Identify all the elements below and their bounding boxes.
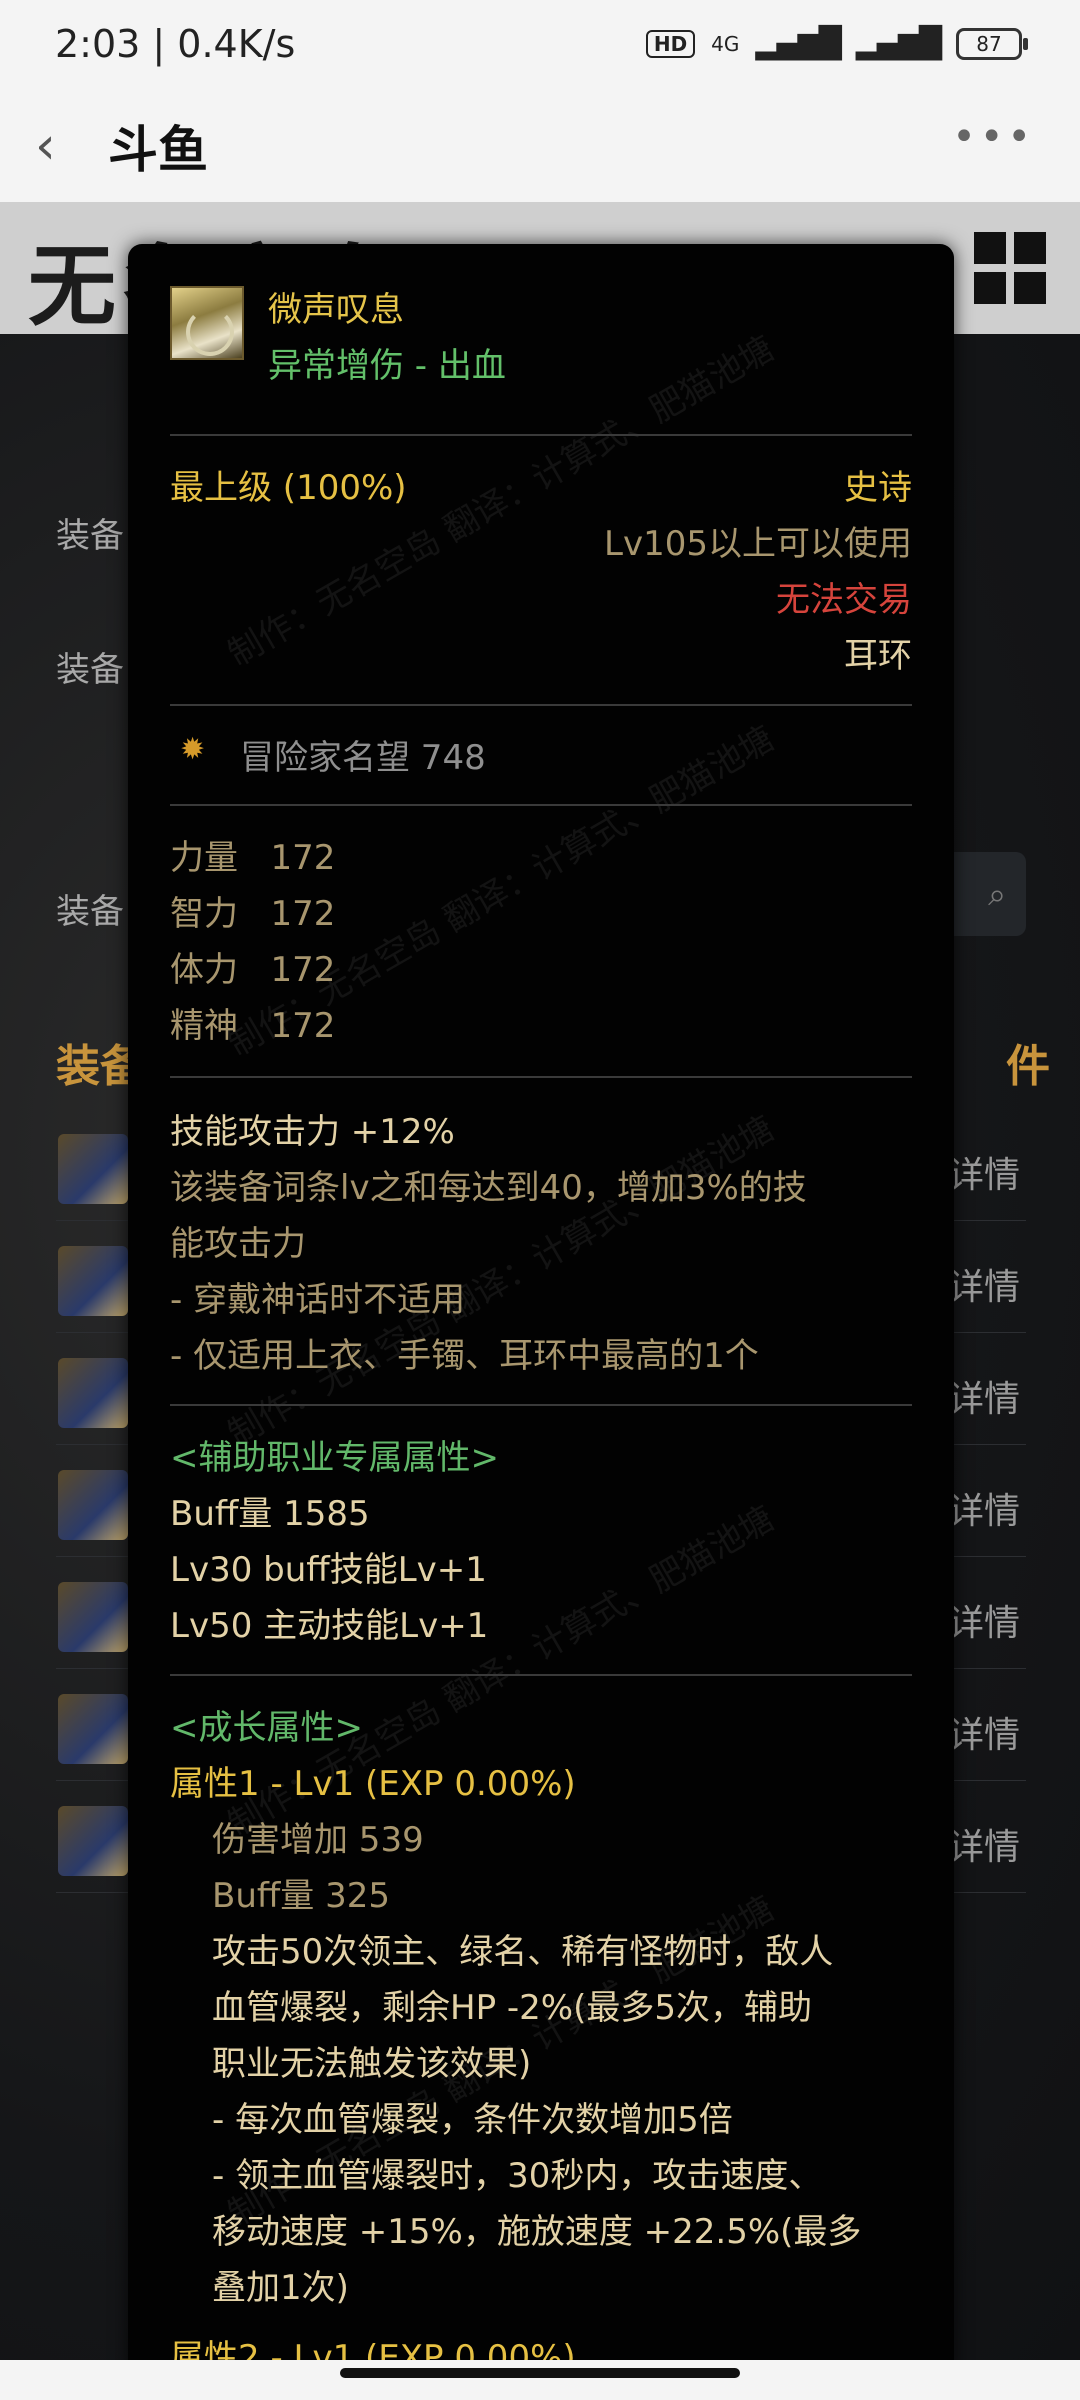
app-title: 斗鱼 [108,121,208,179]
support-line: Buff量 1585 [170,1494,370,1534]
stat-value: 172 [270,950,336,990]
grid-menu-icon[interactable] [974,232,1046,304]
trade-status: 无法交易 [776,580,912,620]
detail-link[interactable]: 详情 [948,1594,1020,1646]
skill-description-line: 能攻击力 [170,1224,306,1264]
item-tooltip: 制作：无名空岛 翻译：计算式、肥猫池塘 制作：无名空岛 翻译：计算式、肥猫池塘 … [128,244,954,2384]
equipment-item-icon[interactable] [58,1582,128,1652]
divider [170,1674,912,1676]
detail-link[interactable]: 详情 [948,1258,1020,1310]
equipment-heading-right: 件 [1006,1041,1050,1092]
attribute-line: Buff量 325 [212,1876,391,1916]
status-icons: HD 4G ▂▄▆█ ▂▄▆█ 87 [645,26,1028,61]
stat-label: 智力 [170,894,238,934]
skill-note: - 仅适用上衣、手镯、耳环中最高的1个 [170,1336,759,1376]
attribute-desc: 移动速度 +15%，施放速度 +22.5%(最多 [212,2212,862,2252]
growth-attribute-1: 属性1 - Lv1 (EXP 0.00%) [170,1764,576,1804]
support-line: Lv30 buff技能Lv+1 [170,1550,487,1590]
navigation-bar [0,2360,1080,2400]
equip-label-1: 装备 [56,516,124,556]
divider [170,804,912,806]
app-header: ‹ 斗鱼 ••• [0,96,1080,202]
stat-label: 体力 [170,950,238,990]
item-rarity: 史诗 [844,468,912,508]
detail-link[interactable]: 详情 [948,1482,1020,1534]
battery-level: 87 [976,31,1002,56]
support-line: Lv50 主动技能Lv+1 [170,1606,489,1646]
item-grade: 最上级 (100%) [170,468,407,508]
stat-vitality: 体力 172 [170,942,335,991]
stat-value: 172 [270,1006,336,1046]
stat-label: 精神 [170,1006,238,1046]
hd-icon: HD [645,29,696,58]
adventurer-fame: 冒险家名望 748 [240,738,486,778]
skill-note: - 穿戴神话时不适用 [170,1280,466,1320]
stat-intelligence: 智力 172 [170,886,335,935]
equip-label-2: 装备 [56,650,124,690]
attribute-line: 伤害增加 539 [212,1820,424,1860]
more-options-icon[interactable]: ••• [952,114,1035,160]
stat-label: 力量 [170,838,238,878]
equip-label-3: 装备 [56,892,124,932]
divider [170,1404,912,1406]
gesture-handle[interactable] [340,2368,740,2378]
detail-link[interactable]: 详情 [948,1146,1020,1198]
divider [170,704,912,706]
equipment-item-icon[interactable] [58,1246,128,1316]
battery-icon: 87 [956,27,1028,60]
divider [170,434,912,436]
equipment-item-icon[interactable] [58,1134,128,1204]
attribute-desc: 血管爆裂，剩余HP -2%(最多5次，辅助 [212,1988,812,2028]
growth-header: <成长属性> [170,1708,363,1748]
equipment-item-icon[interactable] [58,1358,128,1428]
stat-value: 172 [270,894,336,934]
item-slot: 耳环 [844,636,912,676]
equipment-item-icon[interactable] [58,1694,128,1764]
attribute-desc: 攻击50次领主、绿名、稀有怪物时，敌人 [212,1932,834,1972]
signal-icon-2: ▂▄▆█ [855,26,942,61]
status-time: 2:03 | 0.4K/s [55,22,296,66]
stat-value: 172 [270,838,336,878]
skill-description-line: 该装备词条lv之和每达到40，增加3%的技 [170,1168,807,1208]
attribute-desc: 职业无法触发该效果) [212,2044,532,2084]
attribute-desc: - 领主血管爆裂时，30秒内，攻击速度、 [212,2156,823,2196]
detail-link[interactable]: 详情 [948,1370,1020,1422]
equipment-item-icon[interactable] [58,1806,128,1876]
fame-icon: ✹ [180,732,206,767]
attribute-desc: 叠加1次) [212,2268,349,2308]
support-header: <辅助职业专属属性> [170,1438,499,1478]
detail-link[interactable]: 详情 [948,1818,1020,1870]
equipment-item-icon[interactable] [58,1470,128,1540]
skill-attack: 技能攻击力 +12% [170,1112,455,1152]
back-icon[interactable]: ‹ [35,116,56,176]
detail-link[interactable]: 详情 [948,1706,1020,1758]
stat-spirit: 精神 172 [170,998,335,1047]
level-requirement: Lv105以上可以使用 [604,524,912,564]
status-bar: 2:03 | 0.4K/s HD 4G ▂▄▆█ ▂▄▆█ 87 [0,0,1080,96]
attribute-desc: - 每次血管爆裂，条件次数增加5倍 [212,2100,733,2140]
divider [170,1076,912,1078]
stat-strength: 力量 172 [170,830,335,879]
item-subtitle: 异常增伤 - 出血 [268,346,506,386]
item-name: 微声叹息 [268,290,404,330]
earring-item-icon [170,286,244,360]
signal-icon: ▂▄▆█ [755,26,841,61]
network-type: 4G [711,31,740,56]
